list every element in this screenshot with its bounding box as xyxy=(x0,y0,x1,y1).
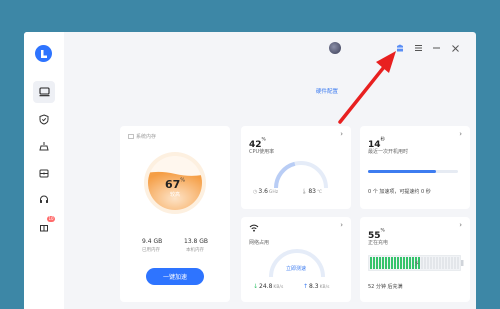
annotation-arrow xyxy=(338,51,396,124)
